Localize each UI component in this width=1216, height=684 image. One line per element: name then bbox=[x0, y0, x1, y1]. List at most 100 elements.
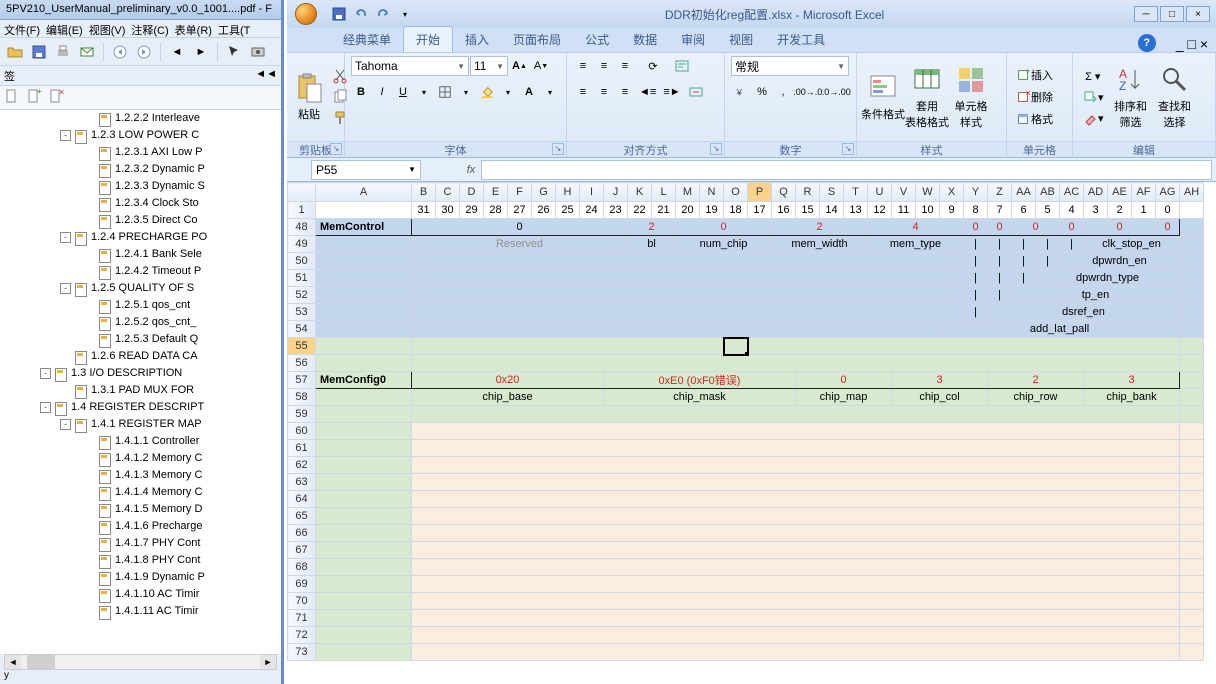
column-header[interactable]: AE bbox=[1108, 183, 1132, 202]
row-header[interactable]: 66 bbox=[288, 525, 316, 542]
row-header[interactable]: 50 bbox=[288, 253, 316, 270]
number-format-combo[interactable]: 常规▼ bbox=[731, 56, 849, 76]
tree-toggle-icon[interactable]: - bbox=[60, 283, 71, 294]
increase-indent-icon[interactable]: ≡► bbox=[660, 82, 683, 102]
print-icon[interactable] bbox=[52, 41, 74, 63]
pdf-menu-item[interactable]: 视图(V) bbox=[89, 25, 126, 37]
formula-input[interactable] bbox=[481, 160, 1212, 180]
bookmark-node[interactable]: 1.2.4.2 Timeout P bbox=[0, 263, 281, 280]
bookmark-node[interactable]: 1.4.1.9 Dynamic P bbox=[0, 569, 281, 586]
column-header[interactable]: H bbox=[556, 183, 580, 202]
border-icon[interactable] bbox=[435, 82, 455, 102]
column-header[interactable]: S bbox=[820, 183, 844, 202]
bookmark-node[interactable]: 1.2.2.2 Interleave bbox=[0, 110, 281, 127]
redo-icon[interactable] bbox=[373, 4, 393, 24]
bookmark-node[interactable]: 1.2.4.1 Bank Sele bbox=[0, 246, 281, 263]
row-header[interactable]: 48 bbox=[288, 219, 316, 236]
bookmarks-tree[interactable]: 1.2.2.2 Interleave-1.2.3 LOW POWER C 1.2.… bbox=[0, 110, 281, 654]
delete-bookmark-icon[interactable]: × bbox=[48, 88, 64, 107]
accounting-icon[interactable]: ¥ bbox=[731, 82, 751, 102]
column-header[interactable]: AB bbox=[1036, 183, 1060, 202]
tree-toggle-icon[interactable]: - bbox=[60, 232, 71, 243]
fill-color-icon[interactable] bbox=[477, 82, 497, 102]
name-box[interactable]: P55▼ bbox=[311, 160, 421, 180]
fill-more-icon[interactable]: ▾ bbox=[498, 82, 518, 102]
column-header[interactable]: A bbox=[316, 183, 412, 202]
add-bookmark-icon[interactable]: + bbox=[26, 88, 42, 107]
row-header[interactable]: 55 bbox=[288, 338, 316, 355]
forward-icon[interactable]: ► bbox=[190, 41, 212, 63]
align-bottom-icon[interactable]: ≡ bbox=[615, 56, 635, 76]
row-header[interactable]: 49 bbox=[288, 236, 316, 253]
shrink-font-icon[interactable]: A▼ bbox=[531, 56, 551, 76]
bookmark-node[interactable]: 1.4.1.2 Memory C bbox=[0, 450, 281, 467]
back-icon[interactable]: ◄ bbox=[166, 41, 188, 63]
orientation-icon[interactable]: ⟳ bbox=[643, 56, 663, 76]
row-header[interactable]: 71 bbox=[288, 610, 316, 627]
column-header[interactable]: R bbox=[796, 183, 820, 202]
pdf-menu-item[interactable]: 工具(T bbox=[218, 25, 250, 37]
bookmark-node[interactable]: 1.2.5.1 qos_cnt bbox=[0, 297, 281, 314]
row-header[interactable]: 73 bbox=[288, 644, 316, 661]
align-top-icon[interactable]: ≡ bbox=[573, 56, 593, 76]
open-icon[interactable] bbox=[4, 41, 26, 63]
decrease-decimal-icon[interactable]: .0→.00 bbox=[823, 82, 851, 102]
tree-toggle-icon[interactable]: - bbox=[60, 419, 71, 430]
column-header[interactable]: U bbox=[868, 183, 892, 202]
find-select-button[interactable]: 查找和 选择 bbox=[1155, 64, 1195, 130]
delete-button[interactable]: ×删除 bbox=[1013, 87, 1069, 107]
column-header[interactable]: X bbox=[940, 183, 964, 202]
ribbon-tab[interactable]: 开发工具 bbox=[765, 27, 837, 52]
clear-icon[interactable]: ▾ bbox=[1079, 108, 1107, 128]
row-header[interactable]: 72 bbox=[288, 627, 316, 644]
row-header[interactable]: 68 bbox=[288, 559, 316, 576]
bookmark-node[interactable]: 1.2.5.2 qos_cnt_ bbox=[0, 314, 281, 331]
bookmark-node[interactable]: 1.2.3.2 Dynamic P bbox=[0, 161, 281, 178]
bookmark-node[interactable]: 1.4.1.3 Memory C bbox=[0, 467, 281, 484]
column-header[interactable]: AA bbox=[1012, 183, 1036, 202]
bookmark-node[interactable]: 1.2.5.3 Default Q bbox=[0, 331, 281, 348]
cell-styles-button[interactable]: 单元格 样式 bbox=[951, 64, 991, 130]
row-header[interactable]: 70 bbox=[288, 593, 316, 610]
column-header[interactable]: C bbox=[436, 183, 460, 202]
decrease-indent-icon[interactable]: ◄≡ bbox=[636, 82, 659, 102]
bookmark-node[interactable]: -1.2.3 LOW POWER C bbox=[0, 127, 281, 144]
dialog-launcher-icon[interactable]: ↘ bbox=[842, 143, 854, 155]
ribbon-tab[interactable]: 公式 bbox=[573, 27, 621, 52]
row-header[interactable]: 59 bbox=[288, 406, 316, 423]
column-header[interactable]: T bbox=[844, 183, 868, 202]
bookmark-node[interactable]: 1.4.1.7 PHY Cont bbox=[0, 535, 281, 552]
scroll-thumb[interactable] bbox=[27, 655, 55, 669]
column-header[interactable]: Q bbox=[772, 183, 796, 202]
grow-font-icon[interactable]: A▲ bbox=[509, 56, 530, 76]
minimize-button[interactable]: ─ bbox=[1134, 6, 1158, 22]
bookmark-node[interactable]: -1.4 REGISTER DESCRIPT bbox=[0, 399, 281, 416]
column-header[interactable]: V bbox=[892, 183, 916, 202]
column-header[interactable]: Y bbox=[964, 183, 988, 202]
bookmark-node[interactable]: 1.2.3.3 Dynamic S bbox=[0, 178, 281, 195]
format-button[interactable]: 格式 bbox=[1013, 109, 1069, 129]
row-header[interactable]: 60 bbox=[288, 423, 316, 440]
paste-button[interactable]: 粘贴 bbox=[293, 72, 325, 122]
bookmark-node[interactable]: 1.2.6 READ DATA CA bbox=[0, 348, 281, 365]
qat-more-icon[interactable]: ▾ bbox=[395, 4, 415, 24]
bookmark-node[interactable]: 1.4.1.10 AC Timir bbox=[0, 586, 281, 603]
undo-icon[interactable] bbox=[351, 4, 371, 24]
font-color-icon[interactable]: A bbox=[519, 82, 539, 102]
column-header[interactable]: M bbox=[676, 183, 700, 202]
horizontal-scrollbar[interactable]: ◄ ► bbox=[4, 654, 277, 670]
ribbon-tab[interactable]: 视图 bbox=[717, 27, 765, 52]
dialog-launcher-icon[interactable]: ↘ bbox=[552, 143, 564, 155]
column-header[interactable]: AH bbox=[1180, 183, 1204, 202]
row-header[interactable]: 65 bbox=[288, 508, 316, 525]
column-header[interactable]: D bbox=[460, 183, 484, 202]
worksheet-grid[interactable]: ABCDEFGHIJKLMNOPQRSTUVWXYZAAABACADAEAFAG… bbox=[287, 182, 1216, 684]
comma-icon[interactable]: , bbox=[773, 82, 793, 102]
ribbon-tab[interactable]: 插入 bbox=[453, 27, 501, 52]
bold-button[interactable]: B bbox=[351, 82, 371, 102]
bookmark-node[interactable]: 1.4.1.1 Controller bbox=[0, 433, 281, 450]
bookmark-node[interactable]: -1.4.1 REGISTER MAP bbox=[0, 416, 281, 433]
tree-toggle-icon[interactable]: - bbox=[40, 368, 51, 379]
column-header[interactable]: AF bbox=[1132, 183, 1156, 202]
column-header[interactable]: I bbox=[580, 183, 604, 202]
